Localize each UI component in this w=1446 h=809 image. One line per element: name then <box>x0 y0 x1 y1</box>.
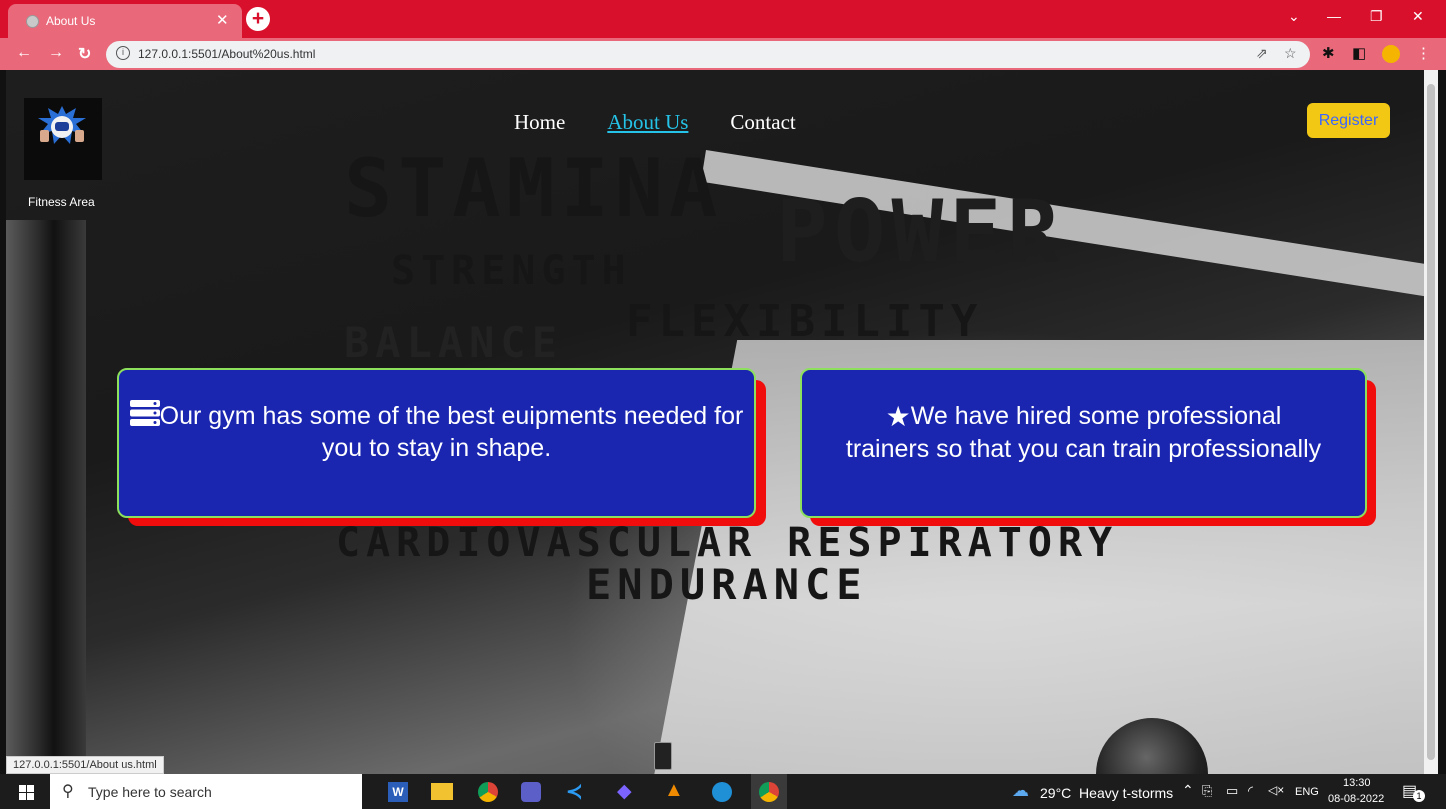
active-app-highlight[interactable] <box>751 774 787 809</box>
address-bar[interactable]: i 127.0.0.1:5501/About%20us.html ⇗ ☆ <box>106 41 1310 68</box>
wall-word: STAMINA <box>344 142 724 235</box>
language-indicator[interactable]: ENG <box>1295 786 1319 798</box>
feature-card-equipment: Our gym has some of the best euipments n… <box>117 368 756 518</box>
back-icon[interactable]: ← <box>16 44 32 62</box>
wall-word: STRENGTH <box>391 248 632 294</box>
wall-word: POWER <box>776 182 1065 282</box>
close-tab-icon[interactable]: ✕ <box>216 11 229 29</box>
tray-chevron-up-icon[interactable]: ⌃ <box>1182 782 1194 799</box>
server-icon <box>129 400 160 426</box>
browser-tab-bar: About Us ✕ + ⌄ — ❐ ✕ <box>0 0 1446 38</box>
feature-card-trainers: ★We have hired some professional trainer… <box>800 368 1367 518</box>
url-text[interactable]: 127.0.0.1:5501/About%20us.html <box>138 47 315 61</box>
bookmark-star-icon[interactable]: ☆ <box>1284 45 1297 62</box>
page-viewport: STAMINA POWER STRENGTH FLEXIBILITY BALAN… <box>6 70 1424 774</box>
tab-title: About Us <box>46 14 96 28</box>
restore-icon[interactable]: ❐ <box>1370 8 1383 25</box>
wifi-icon[interactable]: ◜ <box>1248 783 1253 799</box>
browser-tab[interactable]: About Us ✕ <box>8 4 242 38</box>
scrollbar-thumb[interactable] <box>1427 84 1435 760</box>
share-icon[interactable]: ⇗ <box>1256 45 1268 62</box>
wall-word: ENDURANCE <box>586 560 868 609</box>
file-explorer-icon[interactable] <box>431 783 453 800</box>
word-app-icon[interactable]: W <box>388 782 408 802</box>
teams-app-icon[interactable] <box>521 782 541 802</box>
menu-kebab-icon[interactable]: ⋮ <box>1416 44 1431 62</box>
side-panel-icon[interactable]: ◧ <box>1352 44 1366 62</box>
windows-start-icon[interactable] <box>19 785 34 800</box>
forward-icon[interactable]: → <box>48 44 64 62</box>
minimize-icon[interactable]: — <box>1327 8 1341 24</box>
reload-icon[interactable]: ↻ <box>78 44 91 64</box>
nav-link-contact[interactable]: Contact <box>730 110 795 135</box>
vlc-app-icon[interactable]: ▲ <box>664 779 684 802</box>
status-url-bubble: 127.0.0.1:5501/About us.html <box>6 756 164 774</box>
globe-icon <box>26 15 39 28</box>
wall-word: FLEXIBILITY <box>626 296 984 347</box>
chrome-profile-app-icon[interactable] <box>712 782 732 802</box>
weather-text[interactable]: 29°C Heavy t-storms <box>1040 785 1173 801</box>
weather-icon[interactable]: ☁ <box>1012 781 1029 801</box>
app-diamond-icon[interactable]: ◆ <box>617 780 632 803</box>
clock-time[interactable]: 13:30 <box>1343 777 1371 789</box>
taskbar-search-box[interactable]: ⚲ Type here to search <box>50 774 362 809</box>
tab-search-icon[interactable]: ⌄ <box>1288 8 1300 25</box>
star-icon: ★ <box>885 401 911 432</box>
close-window-icon[interactable]: ✕ <box>1412 8 1424 25</box>
logo-text: Fitness Area <box>28 195 95 209</box>
taskbar: ⚲ Type here to search W ≺ ◆ ▲ ☁ 29°C Hea… <box>0 774 1446 809</box>
chrome-active-app-icon <box>759 782 779 802</box>
page-scrollbar[interactable] <box>1424 70 1438 774</box>
register-button[interactable]: Register <box>1307 103 1390 138</box>
clock-date[interactable]: 08-08-2022 <box>1328 793 1384 805</box>
battery-icon[interactable]: ▭ <box>1226 783 1238 799</box>
browser-toolbar: ← → ↻ i 127.0.0.1:5501/About%20us.html ⇗… <box>0 38 1446 70</box>
search-placeholder: Type here to search <box>88 784 212 800</box>
site-logo[interactable]: Fitness Area <box>24 98 102 209</box>
wall-socket-background <box>654 742 672 770</box>
chrome-app-icon[interactable] <box>478 782 498 802</box>
nav-link-about-us[interactable]: About Us <box>607 110 688 135</box>
extensions-icon[interactable]: ✱ <box>1322 44 1335 62</box>
site-info-icon[interactable]: i <box>116 46 130 60</box>
door-frame-background <box>6 220 86 774</box>
notification-count-badge: 1 <box>1413 790 1425 802</box>
new-tab-button[interactable]: + <box>246 7 270 31</box>
search-icon: ⚲ <box>62 783 74 800</box>
card-text: We have hired some professional trainers… <box>845 402 1322 463</box>
wall-word: BALANCE <box>344 318 564 367</box>
meet-now-icon[interactable]: ⎘ <box>1202 783 1212 799</box>
volume-muted-icon[interactable]: ◁× <box>1268 783 1284 797</box>
card-text: Our gym has some of the best euipments n… <box>159 402 744 462</box>
fist-logo-icon <box>38 106 86 144</box>
site-nav: Home About Us Contact <box>514 110 796 135</box>
vscode-app-icon[interactable]: ≺ <box>566 779 583 804</box>
profile-avatar[interactable] <box>1382 45 1400 63</box>
nav-link-home[interactable]: Home <box>514 110 565 135</box>
